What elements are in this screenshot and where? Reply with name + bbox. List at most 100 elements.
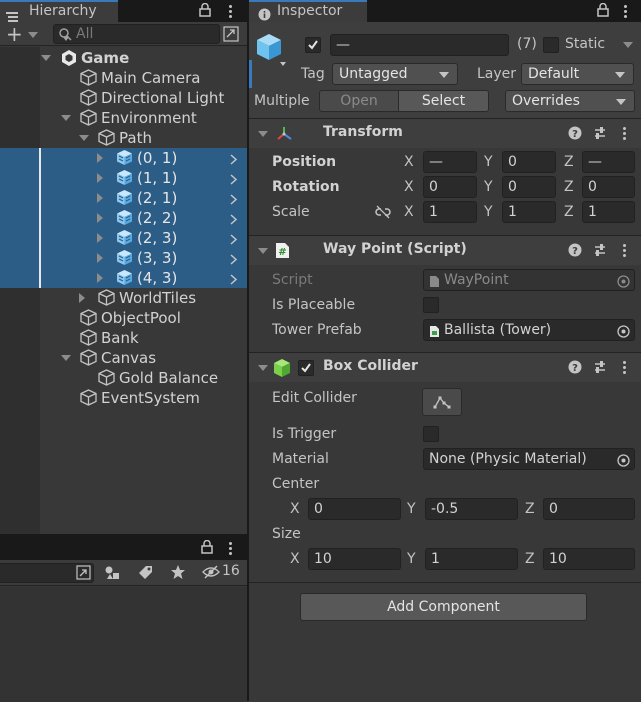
hidden-packages-icon[interactable] [202,565,220,583]
expand-arrow-down-icon[interactable] [79,135,89,141]
hierarchy-item[interactable]: (1, 1) [0,168,247,188]
boxcollider-menu-icon[interactable] [623,361,626,376]
add-dropdown-icon[interactable] [28,32,38,38]
object-picker-icon[interactable] [617,324,630,344]
rotation-z-field[interactable]: 0 [582,176,635,198]
hierarchy-item[interactable]: Path [0,128,247,148]
preset-icon[interactable] [593,243,607,261]
tag-dropdown[interactable]: Untagged [332,63,458,85]
project-lock-icon[interactable] [201,539,213,558]
layer-dropdown[interactable]: Default [521,63,634,85]
material-field[interactable]: None (Physic Material) [423,448,635,470]
transform-menu-icon[interactable] [623,127,626,142]
add-button[interactable]: + [6,22,23,46]
expand-arrow-right-icon[interactable] [97,253,103,263]
size-z-field[interactable]: 10 [543,548,635,570]
hierarchy-item[interactable]: Main Camera [0,68,247,88]
select-button[interactable]: Select [398,90,489,112]
project-menu-icon[interactable] [229,542,232,557]
hierarchy-item[interactable]: WorldTiles [0,288,247,308]
static-checkbox[interactable] [543,37,559,53]
hierarchy-menu-icon[interactable] [229,5,232,20]
center-x-field[interactable]: 0 [308,498,401,520]
static-dropdown-icon[interactable] [623,42,633,48]
expand-arrow-right-icon[interactable] [97,213,103,223]
open-prefab-chevron-icon[interactable] [230,233,238,249]
open-prefab-chevron-icon[interactable] [230,273,238,289]
filter-type-icon[interactable] [104,564,121,585]
tab-hierarchy[interactable]: Hierarchy [0,0,118,22]
hierarchy-item[interactable]: Directional Light [0,88,247,108]
help-icon[interactable]: ? [568,360,582,378]
preset-icon[interactable] [593,126,607,144]
waypoint-menu-icon[interactable] [623,244,626,259]
transform-header[interactable]: Transform ? [249,118,641,148]
boxcollider-foldout-icon[interactable] [258,365,268,371]
expand-arrow-right-icon[interactable] [97,153,103,163]
center-y-field[interactable]: -0.5 [425,498,518,520]
boxcollider-enabled-checkbox[interactable] [298,360,314,376]
lock-icon[interactable] [199,2,211,21]
center-z-field[interactable]: 0 [543,498,635,520]
open-prefab-chevron-icon[interactable] [230,213,238,229]
expand-arrow-down-icon[interactable] [61,355,71,361]
position-y-field[interactable]: 0 [502,151,556,173]
waypoint-foldout-icon[interactable] [258,248,268,254]
hierarchy-item[interactable]: Bank [0,328,247,348]
label-tag-icon[interactable] [137,564,154,585]
expand-arrow-right-icon[interactable] [97,193,103,203]
hierarchy-item[interactable]: (4, 3) [0,268,247,288]
scale-z-field[interactable]: 1 [582,201,635,223]
hierarchy-item[interactable]: (2, 3) [0,228,247,248]
prefab-field[interactable]: Ballista (Tower) [423,319,635,341]
scene-visibility-icon[interactable] [223,26,239,46]
help-icon[interactable]: ? [568,243,582,261]
expand-arrow-right-icon[interactable] [97,273,103,283]
hierarchy-item[interactable]: Gold Balance [0,368,247,388]
search-input[interactable]: All [53,24,220,44]
hierarchy-item[interactable]: Game [0,48,247,68]
constrain-proportions-icon[interactable] [374,205,392,223]
hierarchy-item[interactable]: (0, 1) [0,148,247,168]
tab-inspector[interactable]: Inspector [249,0,367,22]
position-x-field[interactable]: — [423,151,477,173]
add-component-button[interactable]: Add Component [300,593,587,621]
open-button[interactable]: Open [319,90,399,112]
expand-arrow-down-icon[interactable] [61,115,71,121]
hierarchy-item[interactable]: (3, 3) [0,248,247,268]
rotation-y-field[interactable]: 0 [502,176,556,198]
expand-arrow-right-icon[interactable] [97,233,103,243]
edit-collider-button[interactable] [422,388,462,416]
scale-x-field[interactable]: 1 [423,201,477,223]
placeable-checkbox[interactable] [423,297,439,313]
expand-arrow-right-icon[interactable] [97,173,103,183]
preset-icon[interactable] [593,360,607,378]
hierarchy-item[interactable]: Environment [0,108,247,128]
boxcollider-header[interactable]: Box Collider ? [249,352,641,382]
open-prefab-chevron-icon[interactable] [230,153,238,169]
name-field[interactable]: — [330,34,509,56]
overrides-dropdown[interactable]: Overrides [505,90,635,112]
position-z-field[interactable]: — [582,151,635,173]
scale-y-field[interactable]: 1 [502,201,556,223]
help-icon[interactable]: ? [568,126,582,144]
open-prefab-chevron-icon[interactable] [230,253,238,269]
expand-arrow-down-icon[interactable] [41,55,51,61]
inspector-menu-icon[interactable] [624,5,627,20]
expand-arrow-right-icon[interactable] [79,293,85,303]
size-x-field[interactable]: 10 [308,548,401,570]
hierarchy-item[interactable]: (2, 1) [0,188,247,208]
favorite-star-icon[interactable] [170,564,186,584]
open-prefab-chevron-icon[interactable] [230,173,238,189]
active-checkbox[interactable] [305,37,321,53]
waypoint-header[interactable]: # Way Point (Script) ? [249,235,641,265]
hierarchy-item[interactable]: (2, 2) [0,208,247,228]
size-y-field[interactable]: 1 [425,548,518,570]
hierarchy-item[interactable]: Canvas [0,348,247,368]
trigger-checkbox[interactable] [423,426,439,442]
transform-foldout-icon[interactable] [258,131,268,137]
inspector-lock-icon[interactable] [597,2,609,21]
hierarchy-item[interactable]: EventSystem [0,388,247,408]
open-prefab-chevron-icon[interactable] [230,193,238,209]
rotation-x-field[interactable]: 0 [423,176,477,198]
